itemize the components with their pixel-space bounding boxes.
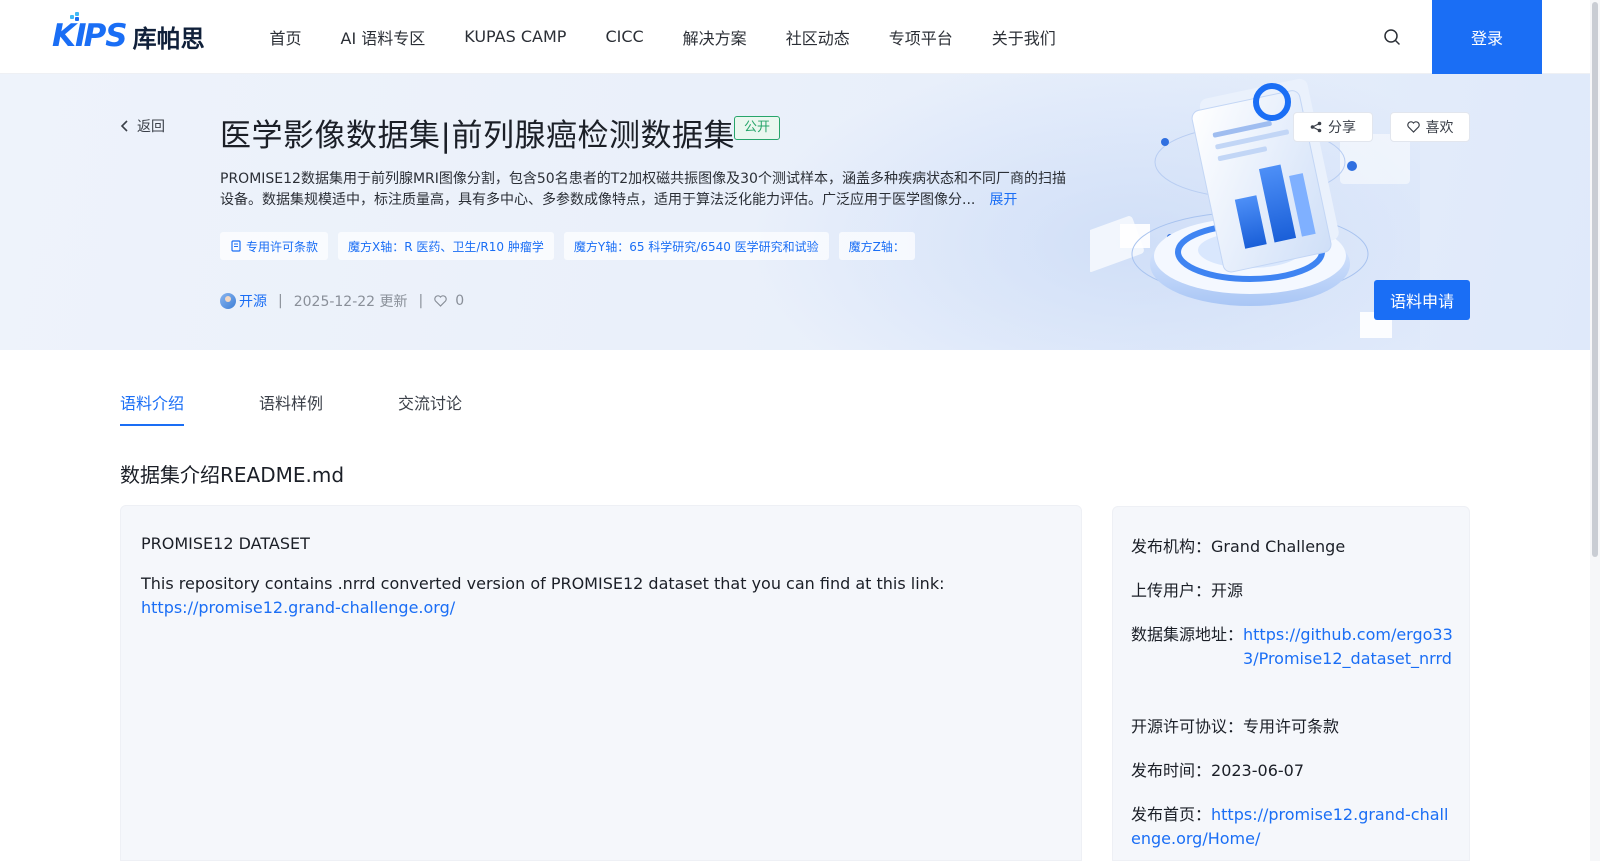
- nav-item-cicc[interactable]: CICC: [605, 27, 643, 46]
- info-key: 发布机构：: [1131, 537, 1212, 556]
- search-icon[interactable]: [1383, 28, 1401, 46]
- logo-text: 库帕思: [132, 24, 205, 53]
- content-tabs: 语料介绍 语料样例 交流讨论: [120, 390, 537, 426]
- tab-discussion[interactable]: 交流讨论: [398, 390, 462, 426]
- tag-list: 专用许可条款 魔方X轴：R 医药、卫生/R10 肿瘤学 魔方Y轴：65 科学研究…: [220, 232, 925, 260]
- tag-y-axis[interactable]: 魔方Y轴：65 科学研究/6540 医学研究和试验: [563, 232, 829, 260]
- dataset-description: PROMISE12数据集用于前列腺MRI图像分割，包含50名患者的T2加权磁共振…: [220, 169, 1078, 211]
- info-value: 2023-06-07: [1211, 761, 1304, 780]
- updated-date: 2025-12-22 更新: [293, 294, 408, 310]
- nav-item-ai-corpus[interactable]: AI 语料专区: [341, 25, 426, 49]
- document-icon: [231, 240, 241, 252]
- avatar: [220, 293, 236, 309]
- info-value: Grand Challenge: [1211, 537, 1346, 556]
- info-row-publisher: 发布机构： Grand Challenge: [1131, 535, 1456, 559]
- like-label: 喜欢: [1425, 120, 1454, 136]
- readme-link[interactable]: https://promise12.grand-challenge.org/: [141, 598, 455, 617]
- share-label: 分享: [1328, 120, 1356, 136]
- info-value: 开源: [1211, 581, 1244, 600]
- expand-link[interactable]: 展开: [989, 192, 1017, 208]
- public-badge: 公开: [734, 116, 781, 140]
- tag-license-label: 专用许可条款: [246, 239, 319, 254]
- info-row-uploader: 上传用户： 开源: [1131, 579, 1456, 603]
- readme-heading: PROMISE12 DATASET: [141, 534, 310, 553]
- info-value: 专用许可条款: [1243, 717, 1340, 736]
- tab-samples[interactable]: 语料样例: [259, 390, 323, 426]
- tab-introduction[interactable]: 语料介绍: [120, 390, 185, 426]
- share-button[interactable]: 分享: [1293, 112, 1373, 142]
- dataset-title: 医学影像数据集|前列腺癌检测数据集: [220, 118, 735, 154]
- info-key: 发布时间：: [1131, 761, 1212, 780]
- dataset-meta: 开源 | 2025-12-22 更新 | 0: [220, 291, 464, 311]
- meta-divider: |: [278, 293, 283, 309]
- readme-text: This repository contains .nrrd converted…: [141, 574, 945, 593]
- tag-z-axis[interactable]: 魔方Z轴：: [838, 232, 915, 260]
- share-icon: [1310, 121, 1322, 133]
- dataset-banner: 返回 医学影像数据集|前列腺癌检测数据集 公开 PROMISE12数据集用于前列…: [0, 74, 1590, 350]
- like-count-value: 0: [455, 293, 465, 309]
- nav-item-special-platform[interactable]: 专项平台: [889, 25, 953, 49]
- like-count: 0: [434, 293, 464, 309]
- nav-item-about[interactable]: 关于我们: [992, 25, 1056, 49]
- heart-icon: [1406, 121, 1420, 133]
- heart-icon: [434, 295, 447, 307]
- dataset-info-card: 发布机构： Grand Challenge 上传用户： 开源 数据集源地址： http…: [1112, 506, 1470, 861]
- chevron-left-icon: [120, 120, 128, 132]
- logo-mark-icon: KIPS: [52, 12, 128, 54]
- scrollbar-thumb[interactable]: [1592, 2, 1598, 557]
- kupas-logo[interactable]: KIPS 库帕思: [52, 12, 205, 54]
- top-header: KIPS 库帕思 首页 AI 语料专区 KUPAS CAMP CICC 解决方案…: [0, 0, 1590, 74]
- nav-item-community[interactable]: 社区动态: [786, 25, 850, 49]
- description-text: PROMISE12数据集用于前列腺MRI图像分割，包含50名患者的T2加权磁共振…: [220, 171, 1066, 208]
- section-title: 数据集介绍README.md: [120, 463, 345, 487]
- page-scrollbar[interactable]: [1590, 0, 1600, 861]
- readme-paragraph: This repository contains .nrrd converted…: [141, 572, 1041, 620]
- nav-item-kupas-camp[interactable]: KUPAS CAMP: [464, 27, 566, 46]
- info-row-source: 数据集源地址： https://github.com/ergo333/Promis…: [1131, 623, 1456, 671]
- info-key: 数据集源地址：: [1131, 625, 1244, 644]
- nav-item-home[interactable]: 首页: [270, 25, 302, 49]
- nav-item-solutions[interactable]: 解决方案: [683, 25, 747, 49]
- meta-divider: |: [418, 293, 424, 309]
- back-label: 返回: [137, 119, 165, 135]
- readme-card: PROMISE12 DATASET This repository contai…: [120, 505, 1082, 861]
- info-row-homepage: 发布首页：https://promise12.grand-challenge.o…: [1131, 803, 1456, 851]
- login-button[interactable]: 登录: [1432, 0, 1542, 74]
- info-key: 开源许可协议：: [1131, 717, 1244, 736]
- corpus-apply-button[interactable]: 语料申请: [1374, 280, 1470, 320]
- back-button[interactable]: 返回: [120, 116, 165, 136]
- uploader-link[interactable]: 开源: [239, 291, 267, 311]
- tag-license[interactable]: 专用许可条款: [220, 232, 329, 260]
- tag-x-axis[interactable]: 魔方X轴：R 医药、卫生/R10 肿瘤学: [338, 232, 554, 260]
- main-nav: 首页 AI 语料专区 KUPAS CAMP CICC 解决方案 社区动态 专项平…: [250, 0, 1075, 73]
- info-row-license: 开源许可协议： 专用许可条款: [1131, 715, 1456, 739]
- info-row-published: 发布时间： 2023-06-07: [1131, 759, 1456, 783]
- info-key: 上传用户：: [1131, 581, 1212, 600]
- source-link[interactable]: https://github.com/ergo333/Promise12_dat…: [1243, 623, 1456, 671]
- like-button[interactable]: 喜欢: [1390, 112, 1470, 142]
- info-key: 发布首页：: [1131, 805, 1212, 824]
